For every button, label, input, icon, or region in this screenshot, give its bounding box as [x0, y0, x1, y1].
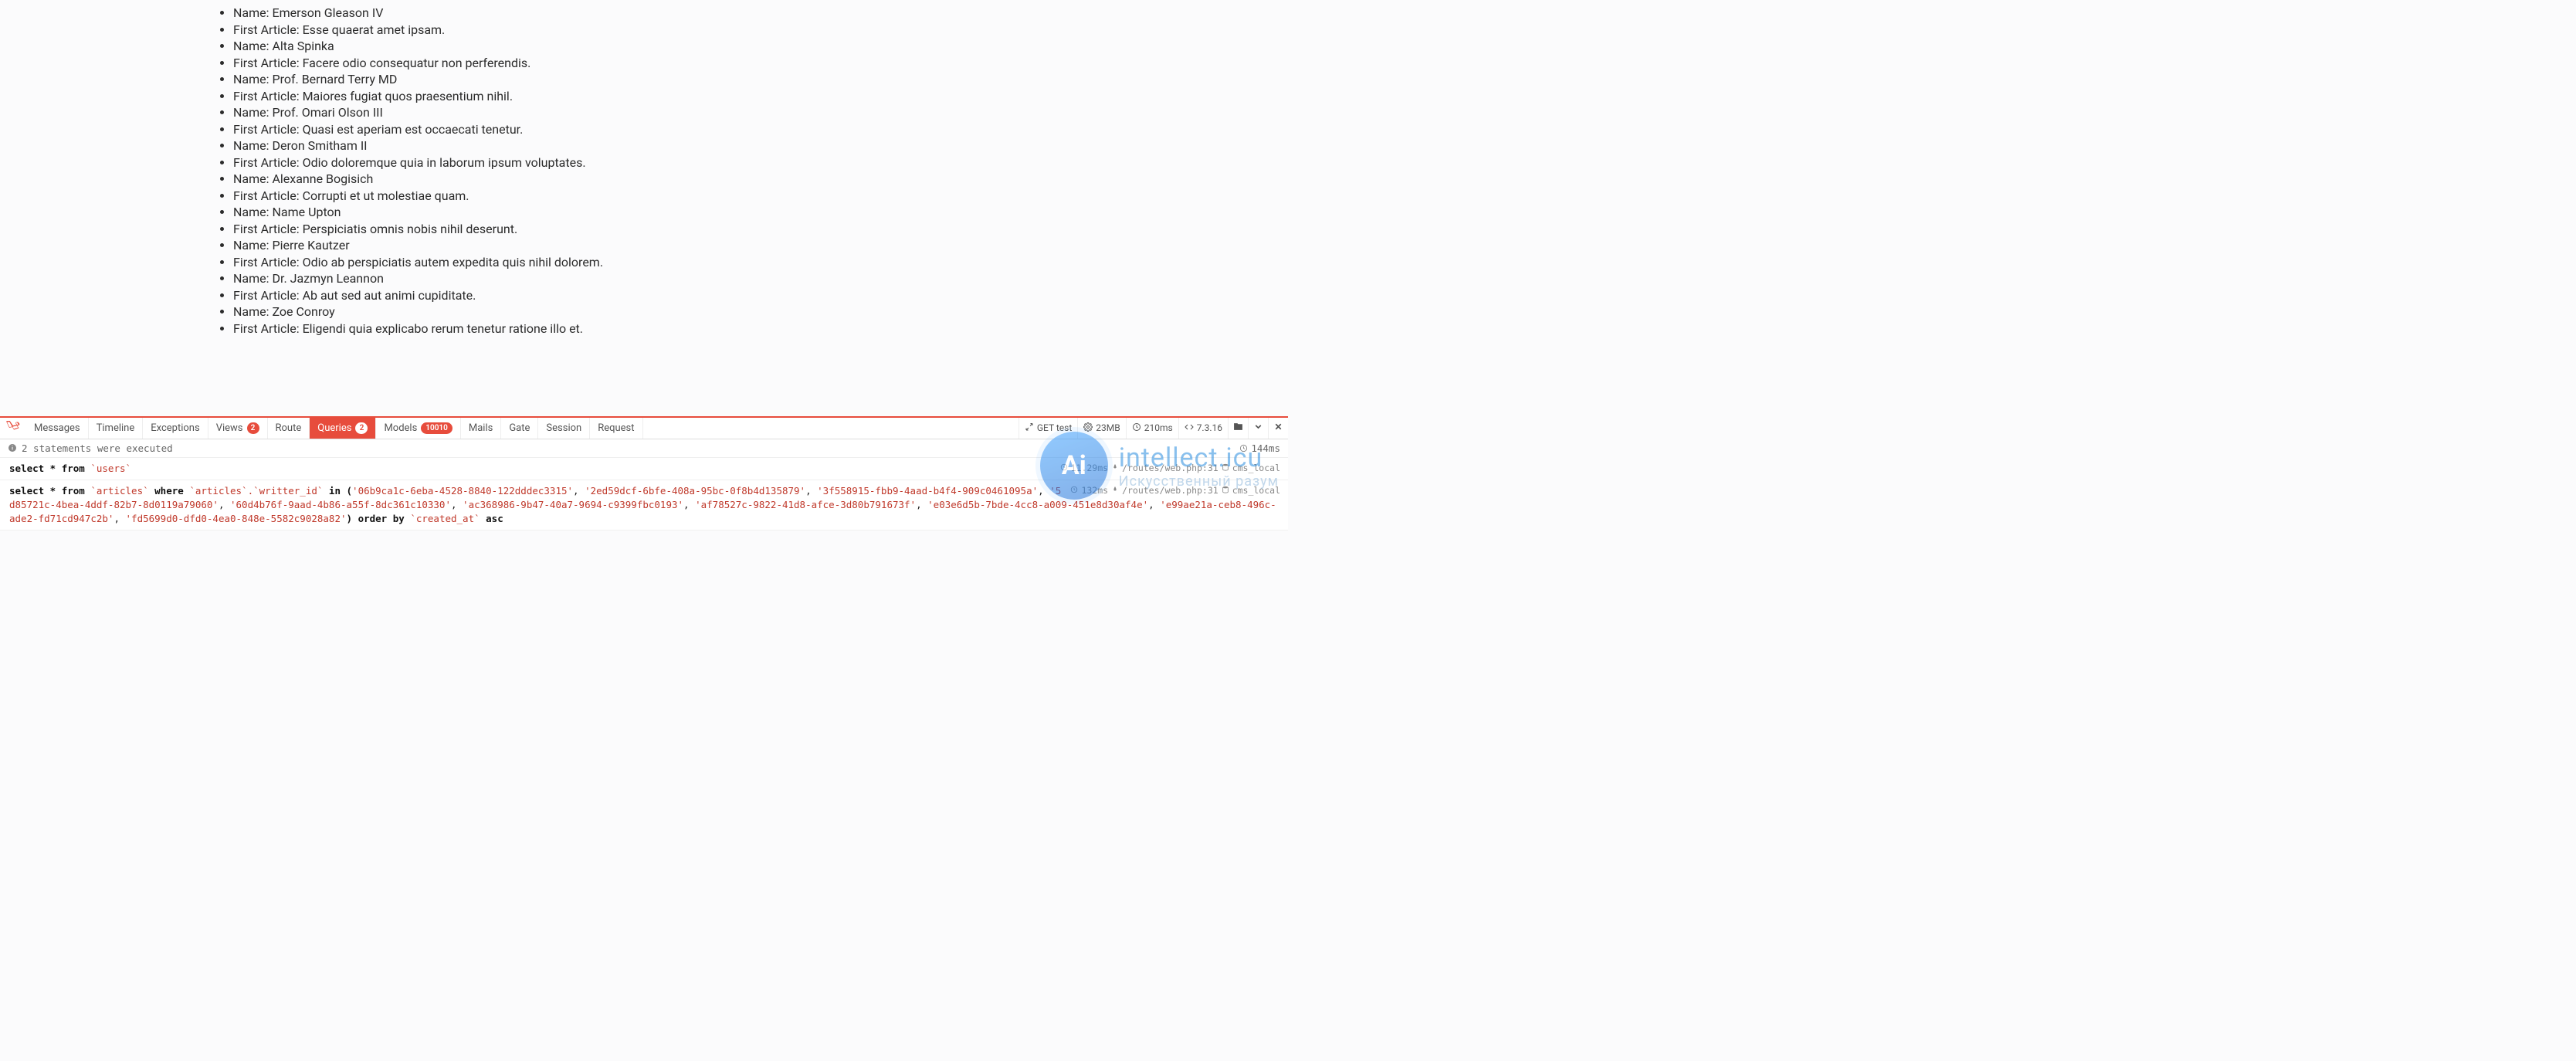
- list-item: Name: Prof. Bernard Terry MD: [233, 71, 1288, 88]
- queries-panel: 2 statements were executed 144ms 11.29ms…: [0, 439, 1288, 531]
- stat-value: 210ms: [1144, 422, 1173, 433]
- list-item: Name: Zoe Conroy: [233, 303, 1288, 320]
- list-item: First Article: Quasi est aperiam est occ…: [233, 121, 1288, 138]
- query-sql: select * from `users`: [9, 463, 131, 474]
- list-item: First Article: Odio doloremque quia in l…: [233, 154, 1288, 171]
- tab-session[interactable]: Session: [538, 418, 590, 439]
- panel-header-text: 2 statements were executed: [22, 442, 173, 454]
- query-db: cms_local: [1232, 484, 1280, 497]
- clock-icon: [1060, 462, 1068, 475]
- tab-request[interactable]: Request: [590, 418, 642, 439]
- list-item: First Article: Maiores fugiat quos praes…: [233, 88, 1288, 105]
- content-list: Name: Emerson Gleason IVFirst Article: E…: [0, 5, 1288, 337]
- minimize-button[interactable]: [1248, 418, 1268, 439]
- tab-label: Gate: [509, 422, 530, 434]
- tab-label: Session: [546, 422, 581, 434]
- list-item: Name: Pierre Kautzer: [233, 237, 1288, 254]
- tab-label: Messages: [34, 422, 80, 434]
- stat-value: 23MB: [1096, 422, 1120, 433]
- tab-mails[interactable]: Mails: [461, 418, 501, 439]
- folder-button[interactable]: [1228, 418, 1248, 439]
- tab-label: Exceptions: [151, 422, 199, 434]
- tab-gate[interactable]: Gate: [501, 418, 538, 439]
- stat-route[interactable]: GET test: [1019, 418, 1077, 439]
- tab-label: Route: [276, 422, 302, 434]
- stat-value: GET test: [1037, 422, 1072, 433]
- list-item: Name: Deron Smitham II: [233, 137, 1288, 154]
- tab-queries[interactable]: Queries 2: [310, 418, 376, 439]
- list-item: First Article: Odio ab perspiciatis aute…: [233, 254, 1288, 271]
- tab-label: Queries: [317, 422, 351, 434]
- tab-views[interactable]: Views 2: [208, 418, 268, 439]
- list-item: Name: Emerson Gleason IV: [233, 5, 1288, 22]
- clock-icon: [1132, 422, 1141, 434]
- query-meta: 132ms/routes/web.php:31 cms_local: [1061, 484, 1280, 497]
- share-icon: [1025, 422, 1034, 434]
- list-item: First Article: Facere odio consequatur n…: [233, 55, 1288, 72]
- laravel-logo-icon[interactable]: [0, 418, 26, 439]
- panel-header: 2 statements were executed 144ms: [0, 439, 1288, 458]
- query-row[interactable]: 132ms/routes/web.php:31cms_localselect *…: [0, 480, 1288, 530]
- tab-label: Models: [384, 422, 417, 434]
- list-item: First Article: Eligendi quia explicabo r…: [233, 320, 1288, 337]
- list-item: First Article: Corrupti et ut molestiae …: [233, 188, 1288, 205]
- tab-exceptions[interactable]: Exceptions: [143, 418, 208, 439]
- list-item: First Article: Esse quaerat amet ipsam.: [233, 22, 1288, 39]
- pin-icon: [1111, 484, 1119, 497]
- info-icon: [8, 443, 17, 453]
- debugbar-tabs: Messages Timeline Exceptions Views 2 Rout…: [26, 418, 643, 439]
- tab-label: Views: [216, 422, 243, 434]
- clock-icon: [1070, 484, 1078, 497]
- code-icon: [1185, 422, 1194, 434]
- panel-header-time-value: 144ms: [1251, 442, 1280, 454]
- stat-value: 7.3.16: [1197, 422, 1222, 433]
- query-time: 132ms: [1081, 484, 1108, 497]
- query-meta: 11.29ms/routes/web.php:31 cms_local: [1051, 462, 1280, 475]
- list-item: Name: Name Upton: [233, 204, 1288, 221]
- folder-icon: [1233, 422, 1243, 435]
- query-row[interactable]: 11.29ms/routes/web.php:31 cms_local select…: [0, 458, 1288, 480]
- list-item: Name: Dr. Jazmyn Leannon: [233, 270, 1288, 287]
- close-icon: [1273, 422, 1283, 435]
- tab-label: Request: [598, 422, 634, 434]
- panel-header-time: 144ms: [1239, 442, 1280, 454]
- list-item: Name: Prof. Omari Olson III: [233, 104, 1288, 121]
- list-item: First Article: Ab aut sed aut animi cupi…: [233, 287, 1288, 304]
- queries-badge: 2: [355, 422, 368, 434]
- tab-models[interactable]: Models 10010: [376, 418, 460, 439]
- list-item: Name: Alexanne Bogisich: [233, 171, 1288, 188]
- list-item: Name: Alta Spinka: [233, 38, 1288, 55]
- debugbar-tabs-row: Messages Timeline Exceptions Views 2 Rout…: [0, 418, 1288, 439]
- stat-time[interactable]: 210ms: [1126, 418, 1178, 439]
- tab-label: Mails: [469, 422, 493, 434]
- stat-memory[interactable]: 23MB: [1077, 418, 1125, 439]
- list-item: First Article: Perspiciatis omnis nobis …: [233, 221, 1288, 238]
- chevron-down-icon: [1253, 422, 1263, 435]
- views-badge: 2: [247, 422, 259, 434]
- page-content: Name: Emerson Gleason IVFirst Article: E…: [0, 0, 1288, 416]
- query-db: cms_local: [1232, 462, 1280, 475]
- models-badge: 10010: [421, 422, 452, 434]
- tab-messages[interactable]: Messages: [26, 418, 89, 439]
- gear-icon: [1083, 422, 1093, 434]
- database-icon: [1222, 484, 1229, 497]
- close-button[interactable]: [1268, 418, 1288, 439]
- query-location: /routes/web.php:31: [1122, 462, 1219, 475]
- stat-php-version[interactable]: 7.3.16: [1178, 418, 1228, 439]
- query-location: /routes/web.php:31: [1122, 484, 1219, 497]
- tab-label: Timeline: [97, 422, 135, 434]
- tab-route[interactable]: Route: [268, 418, 310, 439]
- debugbar: Messages Timeline Exceptions Views 2 Rout…: [0, 416, 1288, 531]
- pin-icon: [1111, 462, 1119, 475]
- tab-timeline[interactable]: Timeline: [89, 418, 144, 439]
- database-icon: [1222, 462, 1229, 475]
- query-time: 11.29ms: [1071, 462, 1108, 475]
- debugbar-right-stats: GET test 23MB 210ms 7.3.16: [1019, 418, 1288, 439]
